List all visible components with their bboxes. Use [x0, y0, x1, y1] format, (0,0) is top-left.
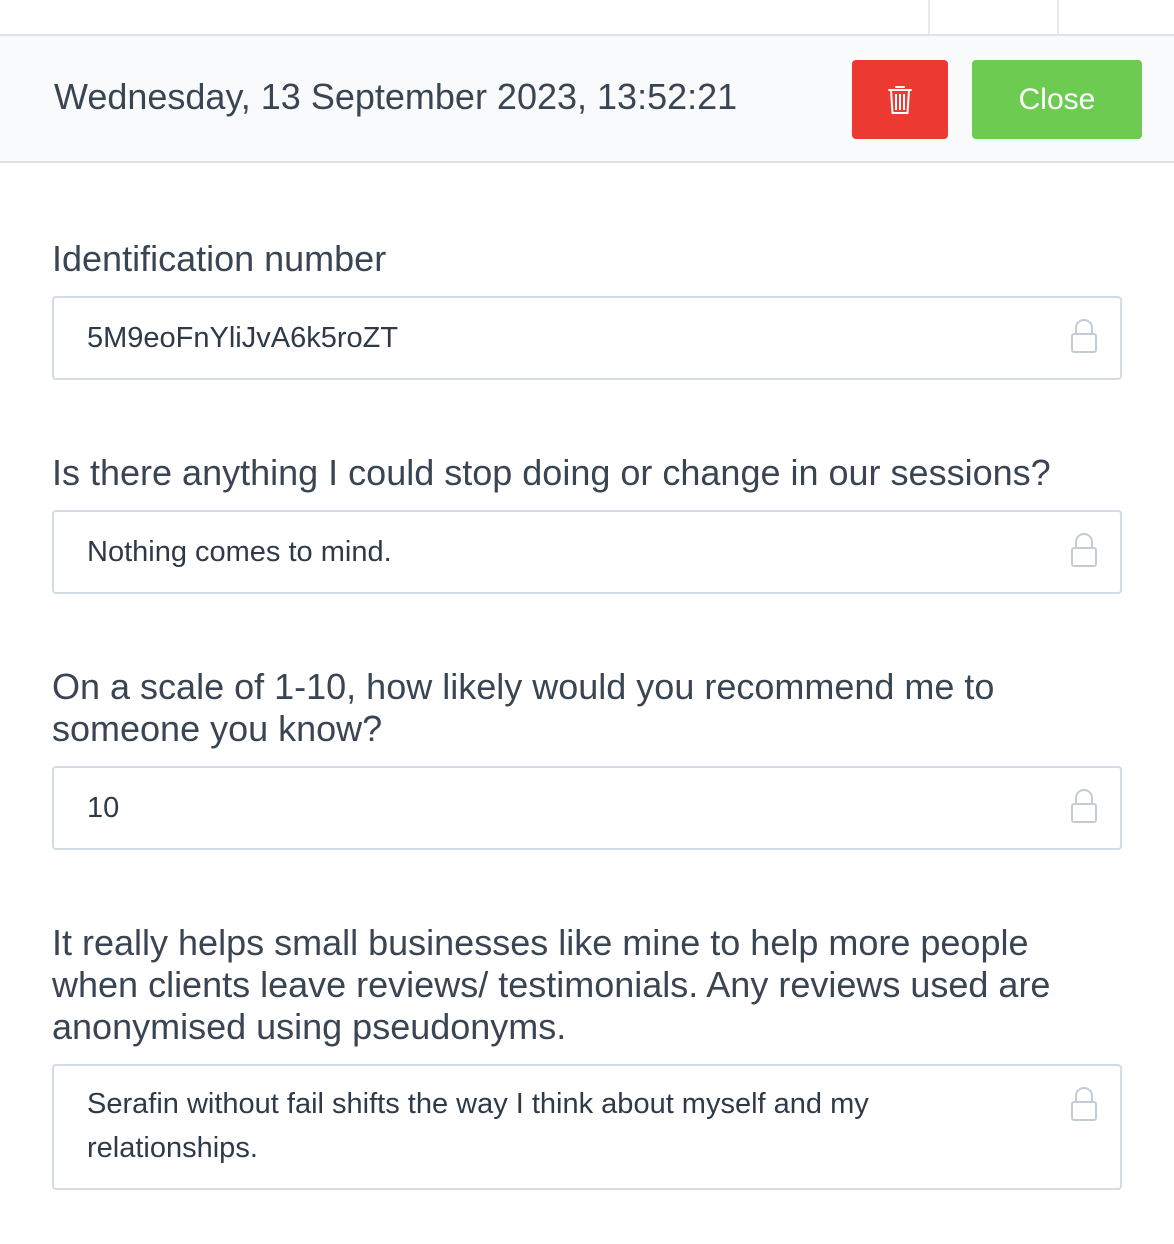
field-value: 5M9eoFnYliJvA6k5roZT [87, 322, 399, 354]
field-value: Nothing comes to mind. [87, 536, 392, 568]
field-label: On a scale of 1-10, how likely would you… [52, 666, 995, 749]
field-label: It really helps small businesses like mi… [52, 922, 1051, 1047]
delete-button[interactable] [852, 60, 948, 139]
identification-number-field[interactable]: 5M9eoFnYliJvA6k5roZT [52, 296, 1122, 380]
lock-icon [1071, 533, 1097, 567]
toolbar-divider [928, 0, 930, 34]
entry-header: Wednesday, 13 September 2023, 13:52:21 C… [0, 36, 1174, 163]
field-label: Is there anything I could stop doing or … [52, 452, 1051, 493]
field-recommend-score: On a scale of 1-10, how likely would you… [52, 666, 1122, 850]
field-identification-number: Identification number 5M9eoFnYliJvA6k5ro… [52, 238, 1122, 380]
trash-icon [888, 85, 912, 114]
entry-datetime: Wednesday, 13 September 2023, 13:52:21 [54, 76, 738, 117]
field-review: It really helps small businesses like mi… [52, 922, 1122, 1190]
recommend-score-field[interactable]: 10 [52, 766, 1122, 850]
lock-icon [1071, 1087, 1097, 1121]
field-change-sessions: Is there anything I could stop doing or … [52, 452, 1122, 594]
field-value: 10 [87, 792, 120, 824]
lock-icon [1071, 319, 1097, 353]
lock-icon [1071, 789, 1097, 823]
top-toolbar-strip [0, 0, 1174, 36]
change-sessions-field[interactable]: Nothing comes to mind. [52, 510, 1122, 594]
field-label: Identification number [52, 238, 387, 279]
close-button[interactable]: Close [972, 60, 1142, 139]
review-field[interactable]: Serafin without fail shifts the way I th… [52, 1064, 1122, 1190]
toolbar-divider [1057, 0, 1059, 34]
field-value: Serafin without fail shifts the way I th… [87, 1088, 869, 1164]
